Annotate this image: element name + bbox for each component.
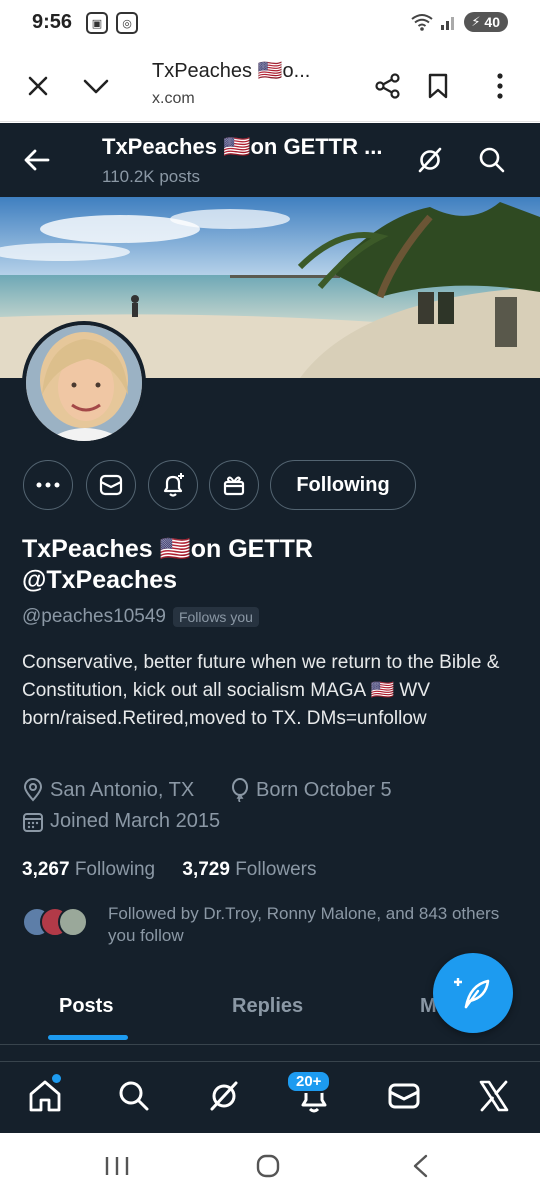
grok-icon[interactable] (415, 145, 445, 175)
notifications-badge: 20+ (286, 1070, 332, 1093)
wifi-icon (411, 14, 434, 31)
back-icon[interactable] (408, 1153, 432, 1179)
followers-count-link[interactable]: 3,729 Followers (182, 859, 316, 880)
followers-label: Followers (235, 859, 317, 880)
display-name-line2: @TxPeaches (22, 566, 178, 594)
follow-counts: 3,267 Following 3,729 Followers (22, 859, 317, 881)
handle-row: @peaches10549 Follows you (22, 606, 259, 628)
home-icon[interactable] (27, 1078, 63, 1114)
display-name: TxPeaches 🇺🇸on GETTR @TxPeaches (22, 534, 522, 596)
birthday-text: Born October 5 (256, 778, 392, 801)
more-vertical-icon[interactable] (484, 70, 516, 102)
share-icon[interactable] (372, 70, 404, 102)
location-pin-icon (23, 778, 43, 802)
mail-icon (99, 474, 123, 496)
signal-icon (441, 17, 455, 30)
followed-by-text: Followed by Dr.Troy, Ronny Malone, and 8… (108, 904, 500, 945)
browser-domain: x.com (152, 90, 195, 107)
chevron-down-icon[interactable] (80, 70, 112, 102)
meta-birthday: Born October 5 (230, 778, 392, 802)
calendar-icon (23, 812, 43, 832)
feather-plus-icon (454, 978, 490, 1009)
compose-post-button[interactable] (433, 953, 513, 1033)
profile-top-nav: TxPeaches 🇺🇸on GETTR ... 110.2K posts (0, 123, 540, 196)
home-unread-dot (52, 1074, 61, 1083)
profile-bio: Conservative, better future when we retu… (22, 652, 500, 729)
browser-toolbar: TxPeaches 🇺🇸o... x.com (0, 48, 540, 122)
home-button-icon[interactable] (255, 1153, 281, 1179)
app-notification-icon: ◎ (116, 12, 138, 34)
tab-posts[interactable]: Posts (59, 995, 113, 1018)
meta-joined: Joined March 2015 (22, 810, 220, 833)
balloon-icon (232, 778, 248, 802)
username-handle: @peaches10549 (22, 606, 166, 627)
follower-avatar (58, 907, 88, 937)
profile-header-title: TxPeaches 🇺🇸on GETTR ... (102, 134, 383, 159)
profile-action-row: Following (0, 460, 540, 512)
profile-avatar[interactable] (22, 321, 146, 445)
more-horizontal-icon (36, 482, 60, 488)
following-count: 3,267 (22, 859, 70, 880)
followed-by-row[interactable]: Followed by Dr.Troy, Ronny Malone, and 8… (22, 903, 522, 951)
message-button[interactable] (86, 460, 136, 510)
status-time: 9:56 (32, 11, 73, 33)
following-label: Following (74, 859, 156, 880)
status-bar: 9:56 ▣ ◎ ⚡ 40 (0, 0, 540, 48)
back-arrow-icon[interactable] (22, 145, 52, 175)
charging-icon: ⚡ (471, 14, 481, 29)
display-name-line1: TxPeaches 🇺🇸on GETTR (22, 535, 313, 563)
followers-count: 3,729 (182, 859, 230, 880)
x-logo-icon[interactable] (476, 1078, 512, 1114)
gift-button[interactable] (209, 460, 259, 510)
bell-plus-icon (163, 473, 184, 497)
search-icon[interactable] (477, 145, 507, 175)
joined-text: Joined March 2015 (50, 810, 221, 832)
tab-replies[interactable]: Replies (232, 995, 303, 1018)
gift-icon (223, 476, 245, 496)
status-right-icons: ⚡ 40 (410, 12, 508, 32)
notify-button[interactable] (148, 460, 198, 510)
close-icon[interactable] (22, 70, 54, 102)
search-icon[interactable] (116, 1078, 152, 1114)
recent-apps-icon[interactable] (104, 1155, 130, 1177)
post-count: 110.2K posts (102, 167, 200, 186)
grok-icon[interactable] (206, 1078, 242, 1114)
profile-page: TxPeaches 🇺🇸on GETTR ... 110.2K posts Fo… (0, 123, 540, 1133)
screenshot-icon: ▣ (86, 12, 108, 34)
following-count-link[interactable]: 3,267 Following (22, 859, 155, 880)
more-options-button[interactable] (23, 460, 73, 510)
battery-level: 40 (484, 14, 500, 30)
location-text: San Antonio, TX (50, 778, 195, 801)
messages-mail-icon[interactable] (386, 1078, 422, 1114)
following-button[interactable]: Following (270, 460, 416, 510)
bookmark-icon[interactable] (422, 70, 454, 102)
status-notification-icons: ▣ ◎ (86, 12, 138, 34)
meta-location: San Antonio, TX (22, 778, 194, 802)
bottom-nav: 20+ (0, 1061, 540, 1133)
android-nav-bar (0, 1133, 540, 1200)
active-tab-indicator (48, 1035, 128, 1040)
follows-you-badge: Follows you (172, 607, 259, 627)
browser-page-title: TxPeaches 🇺🇸o... (152, 60, 311, 82)
avatar-image (26, 325, 142, 441)
battery-indicator: ⚡ 40 (464, 12, 508, 32)
